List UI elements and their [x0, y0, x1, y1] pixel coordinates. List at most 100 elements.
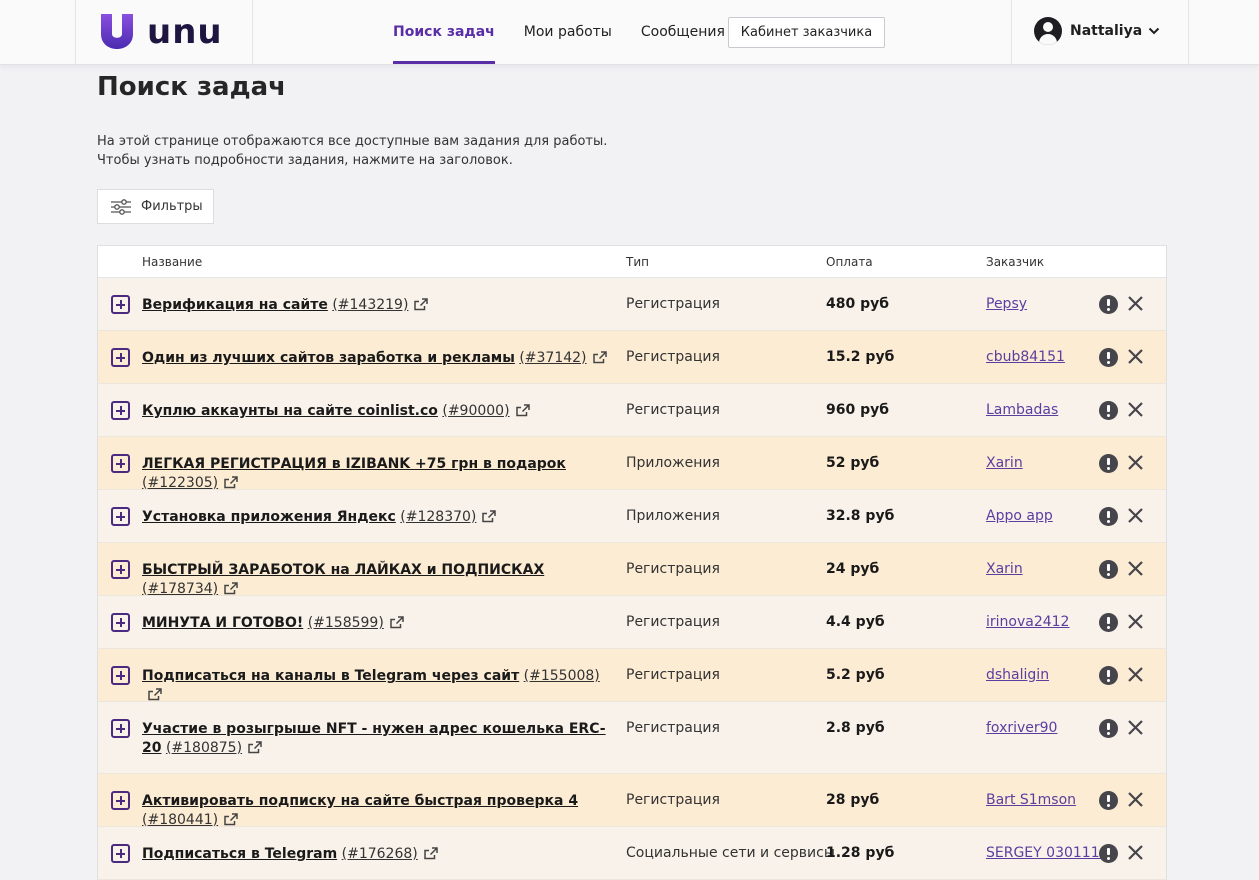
external-link-icon[interactable]: [424, 847, 438, 860]
report-icon[interactable]: [1099, 613, 1118, 632]
customer-link[interactable]: foxriver90: [986, 720, 1057, 736]
task-id[interactable]: (#176268): [342, 846, 418, 862]
filters-button[interactable]: Фильтры: [97, 189, 214, 224]
task-type: Регистрация: [626, 561, 720, 577]
task-id[interactable]: (#178734): [142, 581, 218, 597]
logo-text: unu: [147, 12, 223, 52]
external-link-icon[interactable]: [515, 404, 530, 417]
task-title-cell: Подписаться на каналы в Telegram через с…: [142, 667, 612, 705]
report-icon[interactable]: [1099, 454, 1118, 473]
close-icon[interactable]: [1127, 348, 1144, 365]
expand-row-icon[interactable]: [111, 666, 130, 685]
report-icon[interactable]: [1099, 666, 1118, 685]
report-icon[interactable]: [1099, 844, 1118, 863]
task-id[interactable]: (#128370): [400, 509, 476, 525]
header-divider: [1188, 0, 1189, 64]
task-id[interactable]: (#180875): [166, 740, 242, 756]
close-icon[interactable]: [1127, 401, 1144, 418]
close-icon[interactable]: [1127, 454, 1144, 471]
task-type: Регистрация: [626, 720, 720, 736]
expand-row-icon[interactable]: [111, 348, 130, 367]
nav-item-messages[interactable]: Сообщения: [641, 0, 725, 64]
expand-row-icon[interactable]: [111, 454, 130, 473]
customer-link[interactable]: SERGEY 0301118: [986, 845, 1109, 861]
logo[interactable]: unu: [99, 14, 223, 50]
close-icon[interactable]: [1127, 844, 1144, 861]
task-title-link[interactable]: Установка приложения Яндекс: [142, 509, 396, 525]
task-id[interactable]: (#155008): [524, 668, 600, 684]
customer-link[interactable]: cbub84151: [986, 349, 1065, 365]
nav-item-task-search[interactable]: Поиск задач: [393, 0, 495, 64]
task-title-link[interactable]: Подписаться на каналы в Telegram через с…: [142, 668, 519, 684]
close-icon[interactable]: [1127, 295, 1144, 312]
expand-row-icon[interactable]: [111, 844, 130, 863]
column-header-name[interactable]: Название: [142, 255, 202, 269]
report-icon[interactable]: [1099, 348, 1118, 367]
column-header-type[interactable]: Тип: [626, 255, 649, 269]
column-header-customer[interactable]: Заказчик: [986, 255, 1044, 269]
close-icon[interactable]: [1127, 507, 1144, 524]
task-title-link[interactable]: ЛЕГКАЯ РЕГИСТРАЦИЯ в IZIBANK +75 грн в п…: [142, 456, 566, 472]
external-link-icon[interactable]: [414, 298, 429, 311]
report-icon[interactable]: [1099, 560, 1118, 579]
expand-row-icon[interactable]: [111, 560, 130, 579]
task-id[interactable]: (#122305): [142, 475, 218, 491]
task-title-link[interactable]: МИНУТА И ГОТОВО!: [142, 615, 303, 631]
nav-item-my-works[interactable]: Мои работы: [524, 0, 612, 64]
expand-row-icon[interactable]: [111, 791, 130, 810]
task-title-cell: Куплю аккаунты на сайте coinlist.co (#90…: [142, 402, 612, 421]
report-icon[interactable]: [1099, 791, 1118, 810]
customer-link[interactable]: Appo app: [986, 508, 1053, 524]
task-id[interactable]: (#180441): [142, 812, 218, 828]
external-link-icon[interactable]: [390, 616, 404, 629]
task-id[interactable]: (#143219): [332, 297, 408, 313]
close-icon[interactable]: [1127, 613, 1144, 630]
customer-cabinet-button[interactable]: Кабинет заказчика: [728, 17, 885, 48]
close-icon[interactable]: [1127, 666, 1144, 683]
report-icon[interactable]: [1099, 719, 1118, 738]
customer-link[interactable]: irinova2412: [986, 614, 1069, 630]
expand-row-icon[interactable]: [111, 613, 130, 632]
external-link-icon[interactable]: [482, 510, 497, 523]
external-link-icon[interactable]: [224, 813, 238, 826]
task-id[interactable]: (#37142): [519, 350, 586, 366]
column-header-pay[interactable]: Оплата: [826, 255, 873, 269]
avatar: [1034, 17, 1062, 45]
expand-row-icon[interactable]: [111, 295, 130, 314]
close-icon[interactable]: [1127, 791, 1144, 808]
external-link-icon[interactable]: [248, 741, 262, 754]
task-title-link[interactable]: Куплю аккаунты на сайте coinlist.co: [142, 403, 438, 419]
external-link-icon[interactable]: [148, 688, 162, 701]
expand-row-icon[interactable]: [111, 719, 130, 738]
close-icon[interactable]: [1127, 560, 1144, 577]
task-title-link[interactable]: Один из лучших сайтов заработка и реклам…: [142, 350, 515, 366]
close-icon[interactable]: [1127, 719, 1144, 736]
report-icon[interactable]: [1099, 295, 1118, 314]
task-pay: 960 руб: [826, 402, 890, 418]
customer-link[interactable]: Xarin: [986, 561, 1023, 577]
description-line: Чтобы узнать подробности задания, нажмит…: [97, 153, 513, 168]
task-pay: 4.4 руб: [826, 614, 885, 630]
expand-row-icon[interactable]: [111, 507, 130, 526]
external-link-icon[interactable]: [224, 476, 238, 489]
task-title-link[interactable]: Подписаться в Telegram: [142, 846, 337, 862]
report-icon[interactable]: [1099, 401, 1118, 420]
report-icon[interactable]: [1099, 507, 1118, 526]
external-link-icon[interactable]: [592, 351, 607, 364]
external-link-icon[interactable]: [224, 582, 238, 595]
customer-link[interactable]: Lambadas: [986, 402, 1058, 418]
customer-link[interactable]: Bart S1mson: [986, 792, 1076, 808]
task-id[interactable]: (#158599): [308, 615, 384, 631]
customer-link[interactable]: Pepsy: [986, 296, 1027, 312]
table-body: Верификация на сайте (#143219) Регистраци…: [98, 278, 1166, 880]
task-title-link[interactable]: Верификация на сайте: [142, 297, 328, 313]
expand-row-icon[interactable]: [111, 401, 130, 420]
tasks-table: Название Тип Оплата Заказчик Верификация…: [97, 245, 1167, 880]
task-title-link[interactable]: БЫСТРЫЙ ЗАРАБОТОК на ЛАЙКАХ и ПОДПИСКАХ: [142, 562, 544, 578]
customer-link[interactable]: dshaligin: [986, 667, 1049, 683]
task-type: Регистрация: [626, 402, 720, 418]
customer-link[interactable]: Xarin: [986, 455, 1023, 471]
task-title-link[interactable]: Активировать подписку на сайте быстрая п…: [142, 793, 578, 809]
task-id[interactable]: (#90000): [442, 403, 509, 419]
user-menu[interactable]: Nattaliya: [1034, 17, 1160, 45]
